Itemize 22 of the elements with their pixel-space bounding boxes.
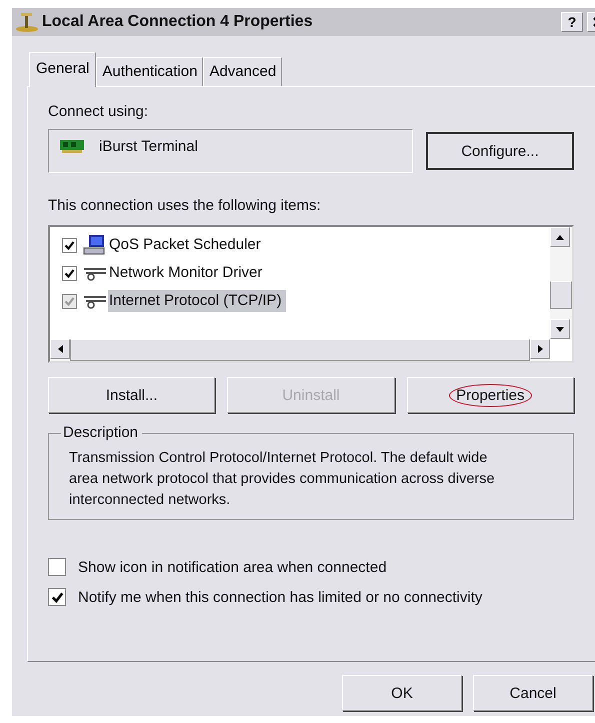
adapter-field: iBurst Terminal (48, 129, 413, 173)
help-button[interactable]: ? (561, 12, 583, 32)
items-label: This connection uses the following items: (48, 197, 322, 216)
group-title: Description (61, 424, 142, 441)
configure-button[interactable]: Configure... (426, 132, 574, 170)
tab[interactable]: Authentication (96, 57, 204, 86)
item-label: QoS Packet Scheduler (108, 235, 262, 255)
action-button[interactable]: Properties (406, 377, 574, 413)
item-label: Network Monitor Driver (108, 263, 264, 283)
item-label: Internet Protocol (TCP/IP) (108, 290, 286, 312)
connect-using-label: Connect using: (48, 103, 150, 122)
dialog-button[interactable]: Cancel (473, 675, 593, 711)
list-item[interactable]: Network Monitor Driver (62, 259, 548, 287)
option-label: Show icon in notification area when connected (78, 558, 387, 576)
description-text: Transmission Control Protocol/Internet Protocol. The default wide area network protocol that provides communication across diverse interconnected networks. (69, 449, 496, 510)
dialog-button[interactable]: OK (342, 675, 462, 711)
tab[interactable]: General (29, 52, 96, 87)
list-item[interactable]: QoS Packet Scheduler (62, 231, 548, 259)
option-label: Notify me when this connection has limited or no connectivity (78, 588, 482, 606)
action-button[interactable]: Install... (48, 377, 216, 413)
tab[interactable]: Advanced (203, 57, 282, 86)
window-title: Local Area Connection 4 Properties (42, 13, 314, 31)
